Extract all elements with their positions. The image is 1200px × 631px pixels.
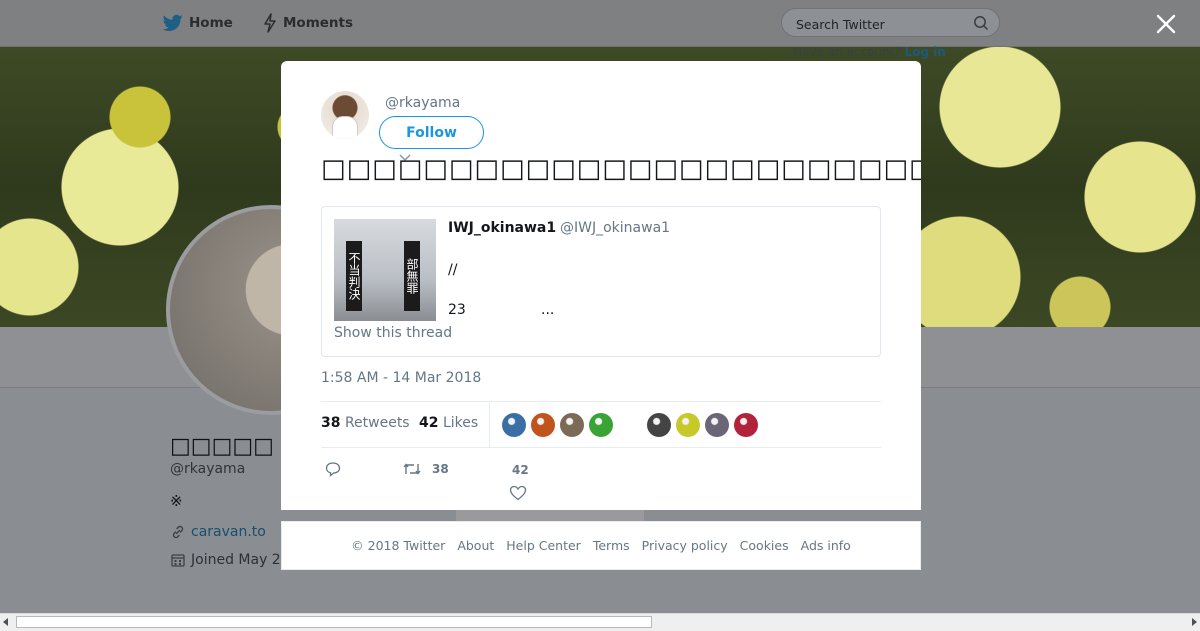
tweet-author-handle[interactable]: @rkayama bbox=[385, 95, 460, 111]
liker-avatar[interactable] bbox=[589, 413, 613, 437]
like-stat[interactable]: 42 Likes bbox=[419, 415, 478, 431]
like-label: Likes bbox=[442, 415, 479, 431]
quoted-text-ellipsis: ... bbox=[541, 302, 555, 318]
quoted-tweet-image[interactable]: 不当判決 部無罪 bbox=[334, 219, 436, 321]
footer-link-privacy[interactable]: Privacy policy bbox=[642, 538, 728, 553]
show-thread-link[interactable]: Show this thread bbox=[334, 325, 452, 341]
quoted-tweet[interactable]: 不当判決 部無罪 IWJ_okinawa1 @IWJ_okinawa1 // 2… bbox=[321, 206, 881, 357]
calendar-icon bbox=[171, 554, 185, 567]
heart-icon bbox=[509, 485, 527, 501]
link-icon bbox=[172, 525, 184, 539]
lightning-icon bbox=[264, 13, 276, 33]
profile-joined-text: Joined May 2 bbox=[191, 552, 281, 568]
liker-avatar[interactable] bbox=[676, 413, 700, 437]
liker-avatar[interactable] bbox=[560, 413, 584, 437]
like-count: 42 bbox=[419, 415, 439, 431]
twitter-bird-icon bbox=[163, 14, 183, 32]
stats-divider bbox=[489, 402, 490, 448]
retweet-action-count: 38 bbox=[432, 462, 449, 476]
profile-url-text[interactable]: caravan.to bbox=[191, 524, 266, 540]
scrollbar-thumb[interactable] bbox=[16, 616, 652, 628]
retweet-count: 38 bbox=[321, 415, 341, 431]
profile-bio: ※ bbox=[170, 492, 183, 510]
horizontal-scrollbar[interactable] bbox=[0, 613, 1200, 631]
scroll-right-icon[interactable] bbox=[1192, 618, 1197, 626]
top-navigation-bar: Home Moments bbox=[0, 0, 1200, 47]
profile-handle: @rkayama bbox=[170, 461, 246, 477]
quoted-author-handle: @IWJ_okinawa1 bbox=[560, 220, 671, 236]
login-link[interactable]: Log in bbox=[904, 45, 945, 59]
scroll-left-icon[interactable] bbox=[3, 618, 8, 626]
profile-joined: Joined May 2 bbox=[170, 552, 281, 568]
liker-avatar[interactable] bbox=[647, 413, 671, 437]
footer-link-terms[interactable]: Terms bbox=[593, 538, 630, 553]
liker-avatar[interactable] bbox=[502, 413, 526, 437]
search-input[interactable] bbox=[794, 14, 968, 34]
quoted-text-line: // bbox=[448, 262, 458, 278]
footer: © 2018 Twitter About Help Center Terms P… bbox=[281, 521, 921, 570]
like-button[interactable] bbox=[509, 485, 527, 501]
retweet-stat[interactable]: 38 Retweets bbox=[321, 415, 410, 431]
search-box[interactable] bbox=[781, 8, 1000, 37]
nav-home[interactable]: Home bbox=[163, 13, 233, 33]
footer-copyright: © 2018 Twitter bbox=[351, 538, 446, 553]
search-icon[interactable] bbox=[973, 15, 989, 31]
close-button[interactable] bbox=[1155, 13, 1177, 35]
quoted-author-name: IWJ_okinawa1 bbox=[448, 220, 557, 236]
protest-sign-left: 不当判決 bbox=[346, 241, 362, 311]
retweet-icon bbox=[403, 463, 421, 475]
tweet-stats: 38 Retweets 42 Likes bbox=[321, 401, 881, 448]
follow-button[interactable]: Follow bbox=[379, 116, 484, 149]
login-prompt: Have an account? Log in bbox=[793, 45, 946, 59]
tweet-actions: 38 42 bbox=[321, 459, 881, 509]
nav-moments-label: Moments bbox=[283, 15, 354, 31]
footer-link-about[interactable]: About bbox=[457, 538, 494, 553]
footer-link-cookies[interactable]: Cookies bbox=[740, 538, 789, 553]
liker-avatar[interactable] bbox=[531, 413, 555, 437]
close-icon[interactable] bbox=[1155, 13, 1177, 35]
footer-link-ads-info[interactable]: Ads info bbox=[801, 538, 851, 553]
liker-avatar[interactable] bbox=[705, 413, 729, 437]
nav-home-label: Home bbox=[189, 15, 233, 31]
quoted-text-line: 23 bbox=[448, 302, 466, 318]
retweet-button[interactable]: 38 bbox=[402, 461, 449, 477]
protest-sign-right: 部無罪 bbox=[404, 241, 420, 311]
liker-avatar[interactable] bbox=[734, 413, 758, 437]
tweet-author-avatar[interactable] bbox=[321, 91, 369, 139]
like-action-count: 42 bbox=[512, 463, 529, 477]
footer-link-help-center[interactable]: Help Center bbox=[506, 538, 581, 553]
retweet-label: Retweets bbox=[344, 415, 410, 431]
reply-icon bbox=[325, 462, 341, 477]
nav-moments[interactable]: Moments bbox=[263, 13, 353, 33]
profile-url[interactable]: caravan.to bbox=[170, 524, 266, 540]
profile-name: □□□□□ bbox=[170, 434, 274, 459]
login-prompt-text: Have an account? bbox=[793, 45, 901, 59]
tweet-modal: @rkayama Follow □□□□□□□□□□□□□□□□□□□□□□□□… bbox=[281, 61, 921, 510]
tweet-timestamp[interactable]: 1:58 AM - 14 Mar 2018 bbox=[321, 370, 481, 386]
tweet-text: □□□□□□□□□□□□□□□□□□□□□□□□□□□□□□□□□□□□□□□□… bbox=[321, 154, 921, 184]
reply-button[interactable] bbox=[325, 461, 341, 477]
